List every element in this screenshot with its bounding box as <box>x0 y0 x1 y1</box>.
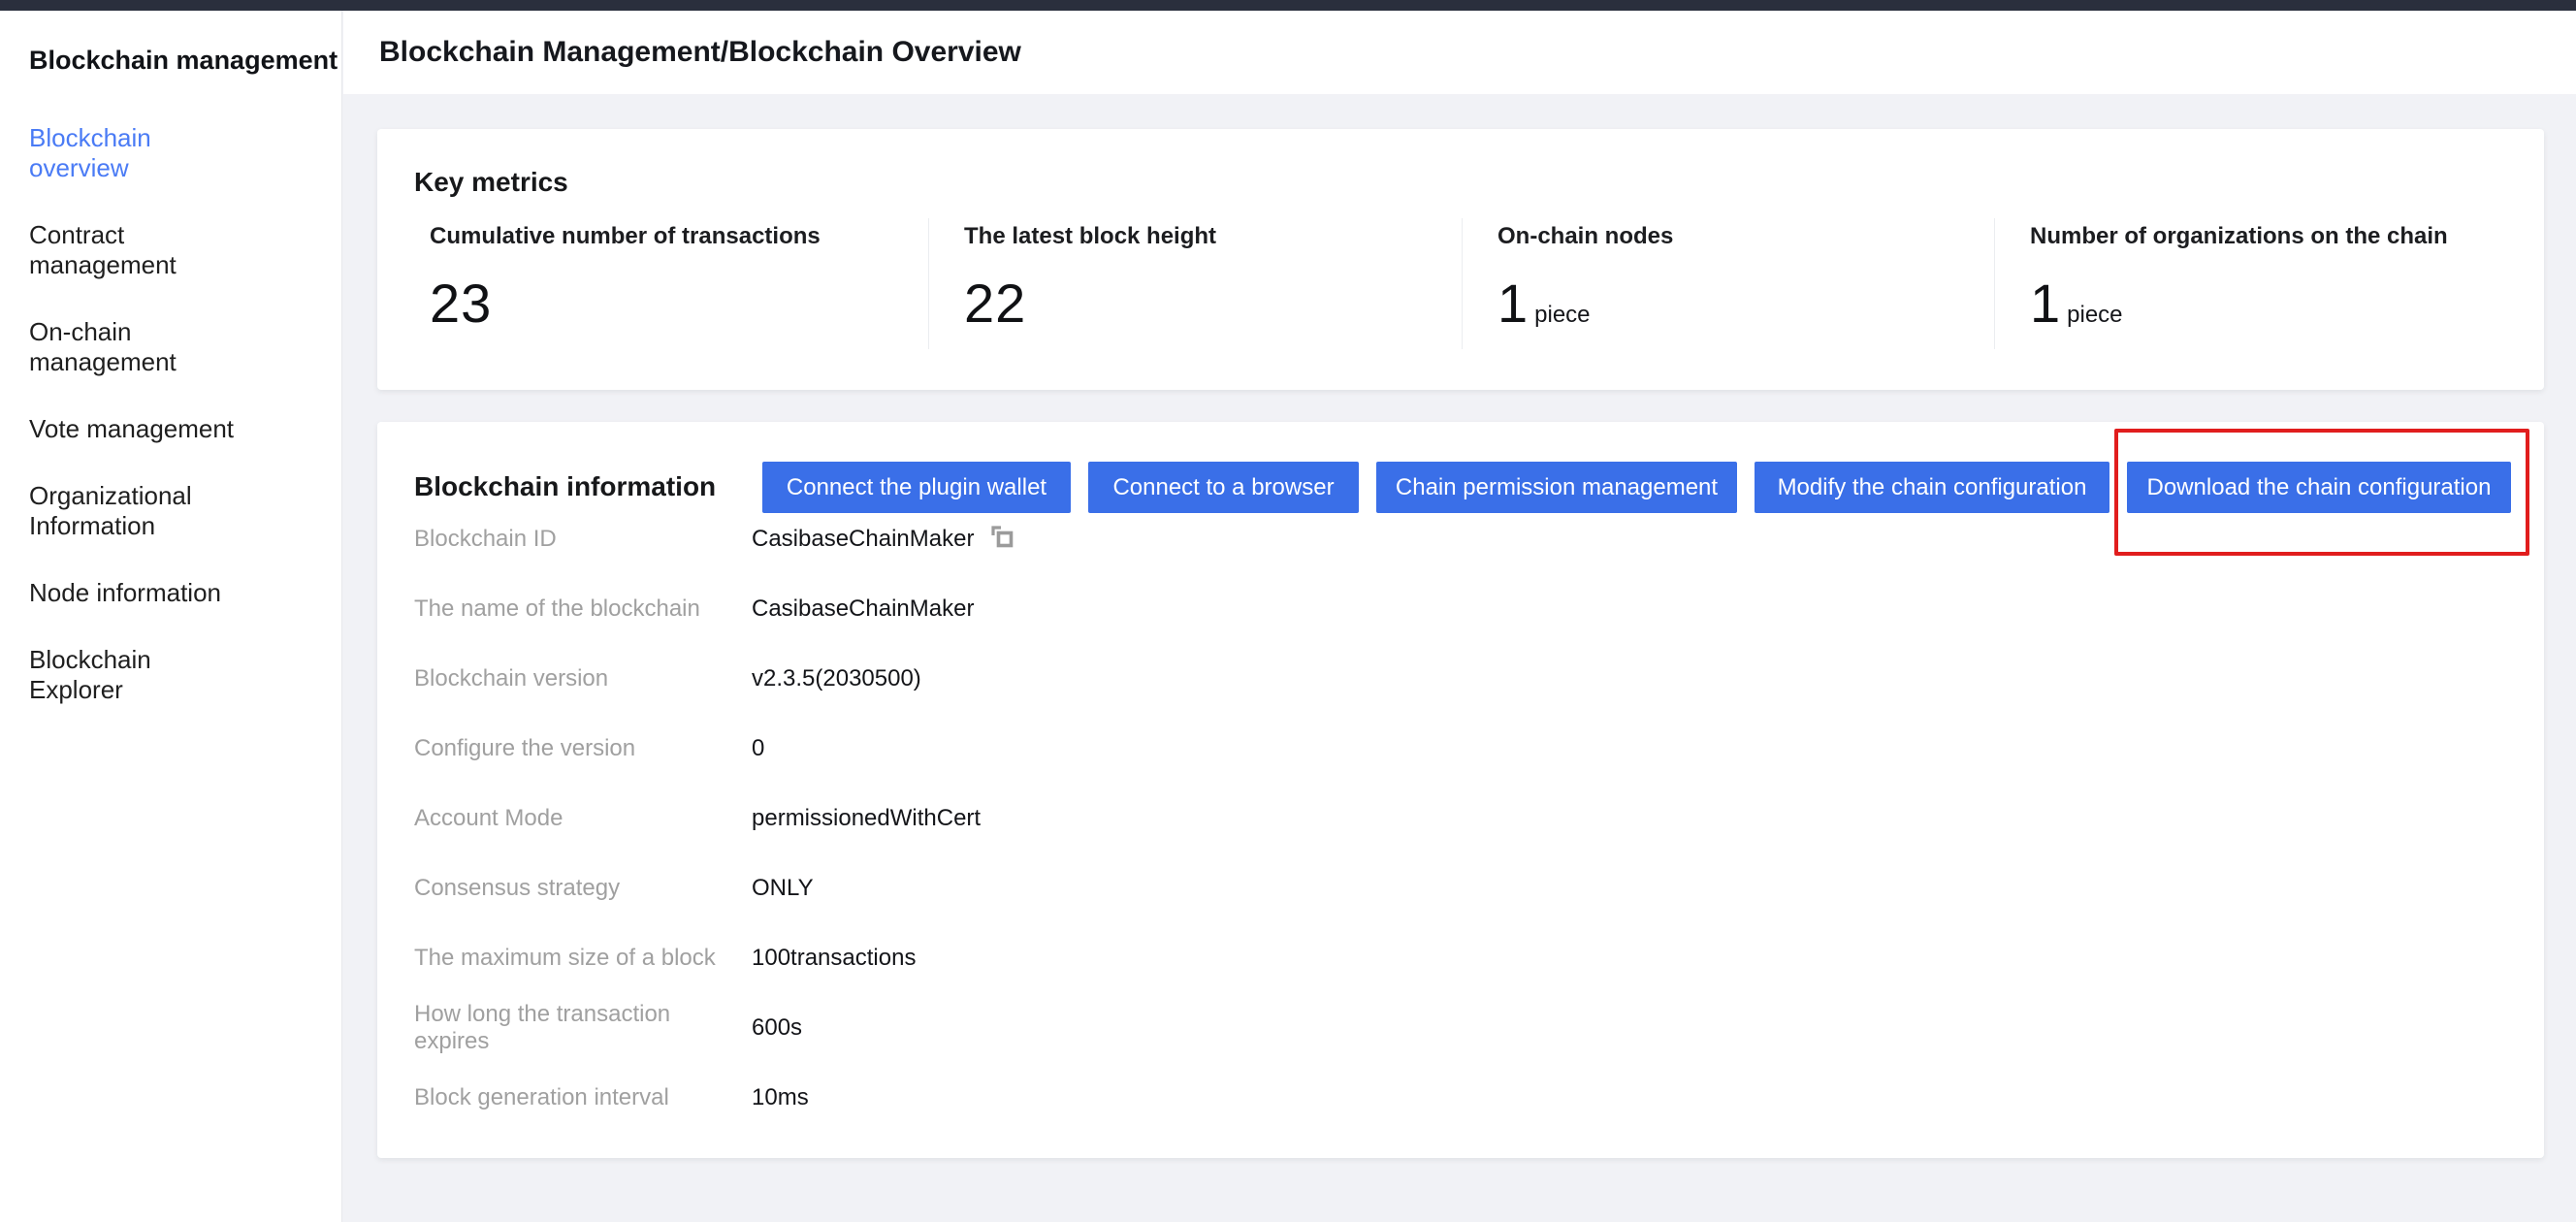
metric-value: 23 <box>430 274 928 333</box>
sidebar-item-on-chain-management[interactable]: On-chain management <box>29 317 272 377</box>
info-value: 100transactions <box>752 945 916 972</box>
info-row-transaction-expiry: How long the transaction expires 600s <box>414 993 2507 1063</box>
info-value: 600s <box>752 1014 802 1042</box>
main-content: Blockchain Management/Blockchain Overvie… <box>343 11 2576 1222</box>
key-metrics-card: Key metrics Cumulative number of transac… <box>377 129 2544 390</box>
blockchain-info-title: Blockchain information <box>414 470 716 503</box>
blockchain-info-card: Blockchain information Connect the plugi… <box>377 422 2544 1158</box>
sidebar-item-contract-management[interactable]: Contract management <box>29 220 272 280</box>
info-label: Consensus strategy <box>414 875 752 902</box>
metric-latest-block-height: The latest block height 22 <box>928 218 1462 349</box>
metric-value: 1piece <box>2030 274 2544 333</box>
metrics-row: Cumulative number of transactions 23 The… <box>377 218 2544 349</box>
info-value: 0 <box>752 735 764 762</box>
metric-organizations-on-chain: Number of organizations on the chain 1pi… <box>1994 218 2544 349</box>
info-row-blockchain-name: The name of the blockchain CasibaseChain… <box>414 574 2507 644</box>
sidebar-item-blockchain-explorer[interactable]: Blockchain Explorer <box>29 645 272 705</box>
info-row-configure-version: Configure the version 0 <box>414 714 2507 784</box>
metric-value: 1piece <box>1497 274 1994 333</box>
info-label: Configure the version <box>414 735 752 762</box>
top-bar <box>0 0 2576 11</box>
sidebar-item-blockchain-overview[interactable]: Blockchain overview <box>29 123 272 183</box>
sidebar-item-vote-management[interactable]: Vote management <box>29 414 272 444</box>
metric-label: Cumulative number of transactions <box>430 222 928 251</box>
metric-label: On-chain nodes <box>1497 222 1994 251</box>
info-value: CasibaseChainMaker <box>752 522 1016 558</box>
sidebar-item-organizational-information[interactable]: Organizational Information <box>29 481 272 541</box>
info-value: v2.3.5(2030500) <box>752 665 921 692</box>
sidebar: Blockchain management Blockchain overvie… <box>0 0 342 1222</box>
info-value: ONLY <box>752 875 814 902</box>
content-area: Key metrics Cumulative number of transac… <box>343 94 2576 1158</box>
info-row-block-generation-interval: Block generation interval 10ms <box>414 1063 2507 1133</box>
sidebar-nav: Blockchain overview Contract management … <box>29 123 341 705</box>
sidebar-item-node-information[interactable]: Node information <box>29 578 272 608</box>
info-value: permissionedWithCert <box>752 805 981 832</box>
info-label: The maximum size of a block <box>414 945 752 972</box>
info-label: Blockchain ID <box>414 526 752 553</box>
metric-value: 22 <box>964 274 1462 333</box>
info-row-consensus-strategy: Consensus strategy ONLY <box>414 853 2507 923</box>
blockchain-info-rows: Blockchain ID CasibaseChainMaker The nam… <box>414 504 2507 1133</box>
metric-on-chain-nodes: On-chain nodes 1piece <box>1462 218 1994 349</box>
info-label: Block generation interval <box>414 1084 752 1111</box>
copy-icon[interactable] <box>987 522 1016 558</box>
key-metrics-title: Key metrics <box>414 166 568 199</box>
metric-label: Number of organizations on the chain <box>2030 222 2544 251</box>
info-value: 10ms <box>752 1084 809 1111</box>
metric-cumulative-transactions: Cumulative number of transactions 23 <box>377 218 928 349</box>
sidebar-title: Blockchain management <box>29 44 341 77</box>
info-row-blockchain-id: Blockchain ID CasibaseChainMaker <box>414 504 2507 574</box>
info-row-blockchain-version: Blockchain version v2.3.5(2030500) <box>414 644 2507 714</box>
info-row-account-mode: Account Mode permissionedWithCert <box>414 784 2507 853</box>
info-row-max-block-size: The maximum size of a block 100transacti… <box>414 923 2507 993</box>
info-label: Blockchain version <box>414 665 752 692</box>
info-value: CasibaseChainMaker <box>752 595 974 623</box>
page-header: Blockchain Management/Blockchain Overvie… <box>343 11 2576 94</box>
breadcrumb: Blockchain Management/Blockchain Overvie… <box>379 36 1021 69</box>
info-label: Account Mode <box>414 805 752 832</box>
info-label: The name of the blockchain <box>414 595 752 623</box>
metric-label: The latest block height <box>964 222 1462 251</box>
info-label: How long the transaction expires <box>414 1001 752 1055</box>
